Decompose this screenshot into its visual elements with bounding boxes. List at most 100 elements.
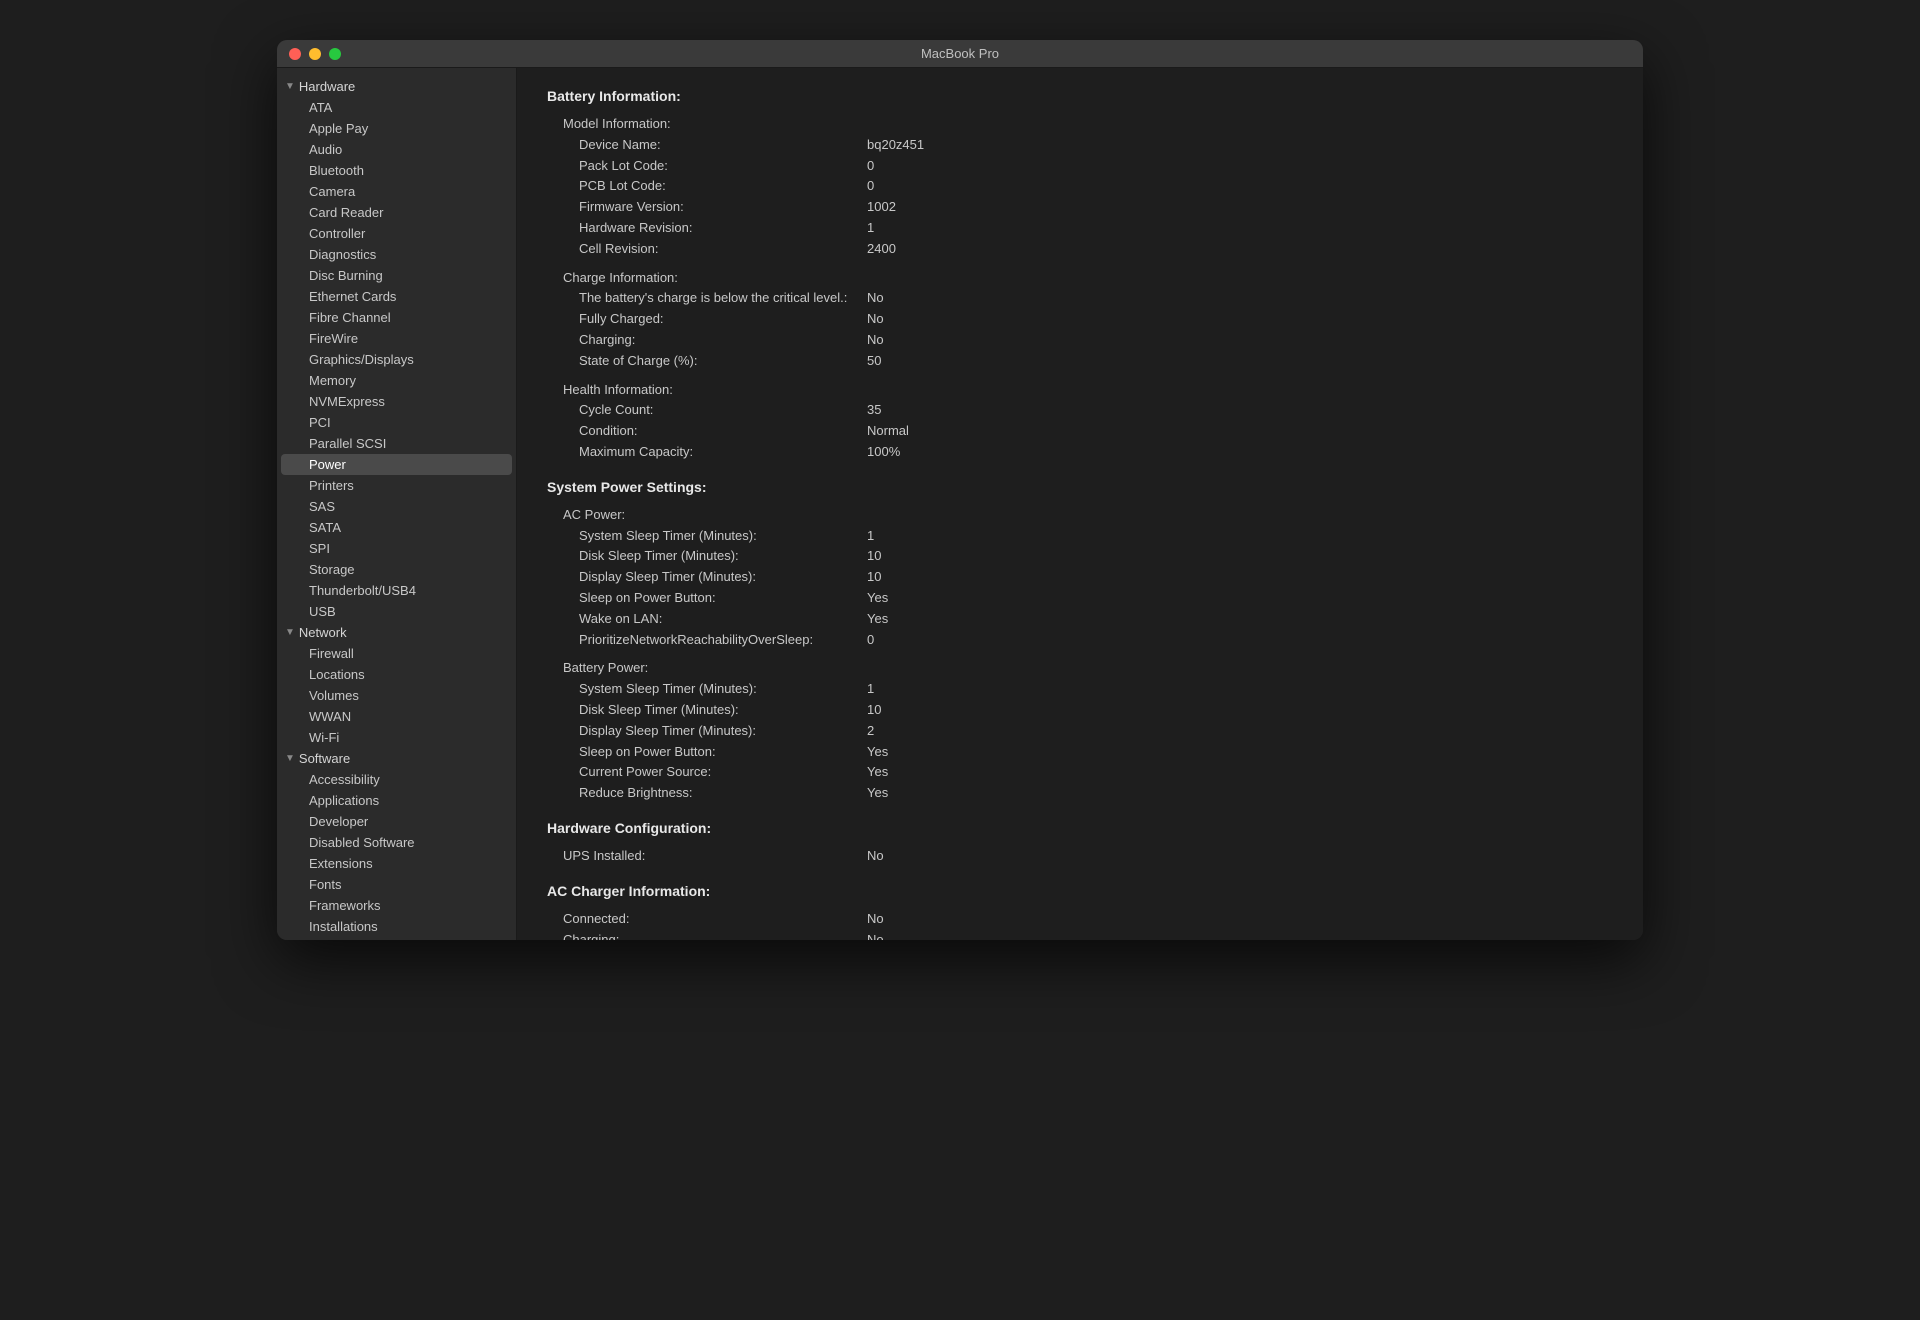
sidebar-item-locations[interactable]: Locations [281,664,512,685]
pack-lot-value: 0 [867,156,874,177]
charge-info-label: Charge Information: [547,268,867,289]
ac-display-sleep-label: Display Sleep Timer (Minutes): [547,567,867,588]
pack-lot-label: Pack Lot Code: [547,156,867,177]
charger-charging-label: Charging: [547,930,867,941]
sidebar-item-fonts[interactable]: Fonts [281,874,512,895]
sidebar-item-controller[interactable]: Controller [281,223,512,244]
ac-disk-sleep-value: 10 [867,546,881,567]
network-label: Network [299,625,347,640]
content-area: ▼ Hardware ATA Apple Pay Audio Bluetooth… [277,68,1643,940]
bat-disk-sleep-label: Disk Sleep Timer (Minutes): [547,700,867,721]
ac-power-label: AC Power: [547,505,867,526]
firmware-value: 1002 [867,197,896,218]
software-group[interactable]: ▼ Software [277,748,516,769]
ac-prioritize-label: PrioritizeNetworkReachabilityOverSleep: [547,630,867,651]
sidebar-item-memory[interactable]: Memory [281,370,512,391]
sidebar-item-wifi[interactable]: Wi-Fi [281,727,512,748]
below-critical-label: The battery's charge is below the critic… [547,288,867,309]
model-info-row: Model Information: [547,114,1613,135]
sidebar-item-power[interactable]: Power [281,454,512,475]
sidebar-item-disabled-software[interactable]: Disabled Software [281,832,512,853]
sidebar-item-ata[interactable]: ATA [281,97,512,118]
ups-block: UPS Installed: No [547,846,1613,867]
sidebar-item-accessibility[interactable]: Accessibility [281,769,512,790]
charger-block: Connected: No Charging: No [547,909,1613,940]
software-arrow: ▼ [285,753,295,764]
charging-row: Charging: No [547,330,1613,351]
pack-lot-row: Pack Lot Code: 0 [547,156,1613,177]
sidebar-item-spi[interactable]: SPI [281,538,512,559]
hardware-arrow: ▼ [285,81,295,92]
state-of-charge-row: State of Charge (%): 50 [547,351,1613,372]
sidebar-item-camera[interactable]: Camera [281,181,512,202]
sidebar-item-usb[interactable]: USB [281,601,512,622]
sidebar-item-disc-burning[interactable]: Disc Burning [281,265,512,286]
pcb-lot-label: PCB Lot Code: [547,176,867,197]
hardware-group[interactable]: ▼ Hardware [277,76,516,97]
sidebar-item-installations[interactable]: Installations [281,916,512,937]
device-name-row: Device Name: bq20z451 [547,135,1613,156]
ac-charger-title: AC Charger Information: [547,883,1613,899]
hardware-label: Hardware [299,79,355,94]
cell-revision-row: Cell Revision: 2400 [547,239,1613,260]
sidebar-item-sata[interactable]: SATA [281,517,512,538]
ac-system-sleep-row: System Sleep Timer (Minutes): 1 [547,526,1613,547]
sidebar-item-volumes[interactable]: Volumes [281,685,512,706]
charger-charging-value: No [867,930,884,941]
sidebar-item-firewall[interactable]: Firewall [281,643,512,664]
charging-label: Charging: [547,330,867,351]
sidebar-item-applications[interactable]: Applications [281,790,512,811]
sidebar-item-parallel-scsi[interactable]: Parallel SCSI [281,433,512,454]
sidebar-item-sas[interactable]: SAS [281,496,512,517]
pcb-lot-value: 0 [867,176,874,197]
ac-prioritize-row: PrioritizeNetworkReachabilityOverSleep: … [547,630,1613,651]
firmware-row: Firmware Version: 1002 [547,197,1613,218]
hw-revision-row: Hardware Revision: 1 [547,218,1613,239]
maximize-button[interactable] [329,48,341,60]
sidebar-item-diagnostics[interactable]: Diagnostics [281,244,512,265]
sidebar: ▼ Hardware ATA Apple Pay Audio Bluetooth… [277,68,517,940]
sidebar-item-bluetooth[interactable]: Bluetooth [281,160,512,181]
fully-charged-row: Fully Charged: No [547,309,1613,330]
software-label: Software [299,751,350,766]
cycle-count-value: 35 [867,400,881,421]
health-info-row: Health Information: [547,380,1613,401]
sidebar-item-card-reader[interactable]: Card Reader [281,202,512,223]
cycle-count-label: Cycle Count: [547,400,867,421]
sidebar-item-thunderbolt[interactable]: Thunderbolt/USB4 [281,580,512,601]
sidebar-item-graphics[interactable]: Graphics/Displays [281,349,512,370]
model-info-label: Model Information: [547,114,867,135]
sidebar-item-fibre[interactable]: Fibre Channel [281,307,512,328]
sidebar-item-developer[interactable]: Developer [281,811,512,832]
network-arrow: ▼ [285,627,295,638]
network-group[interactable]: ▼ Network [277,622,516,643]
sidebar-item-audio[interactable]: Audio [281,139,512,160]
ups-value: No [867,846,884,867]
sidebar-item-nvmexpress[interactable]: NVMExpress [281,391,512,412]
battery-power-row: Battery Power: [547,658,1613,679]
sidebar-item-extensions[interactable]: Extensions [281,853,512,874]
sidebar-item-frameworks[interactable]: Frameworks [281,895,512,916]
charger-charging-row: Charging: No [547,930,1613,941]
ups-row: UPS Installed: No [547,846,1613,867]
sidebar-item-pci[interactable]: PCI [281,412,512,433]
sidebar-item-apple-pay[interactable]: Apple Pay [281,118,512,139]
sidebar-item-storage[interactable]: Storage [281,559,512,580]
health-info-block: Health Information: Cycle Count: 35 Cond… [547,380,1613,463]
close-button[interactable] [289,48,301,60]
charge-info-row: Charge Information: [547,268,1613,289]
sidebar-item-ethernet[interactable]: Ethernet Cards [281,286,512,307]
bat-sleep-power-label: Sleep on Power Button: [547,742,867,763]
sidebar-item-language[interactable]: Language & Region [281,937,512,940]
bat-disk-sleep-row: Disk Sleep Timer (Minutes): 10 [547,700,1613,721]
ac-wake-lan-label: Wake on LAN: [547,609,867,630]
titlebar: MacBook Pro [277,40,1643,68]
sidebar-item-wwan[interactable]: WWAN [281,706,512,727]
minimize-button[interactable] [309,48,321,60]
sidebar-item-printers[interactable]: Printers [281,475,512,496]
device-name-value: bq20z451 [867,135,924,156]
cell-revision-label: Cell Revision: [547,239,867,260]
sidebar-item-firewire[interactable]: FireWire [281,328,512,349]
hw-revision-value: 1 [867,218,874,239]
battery-power-label: Battery Power: [547,658,867,679]
